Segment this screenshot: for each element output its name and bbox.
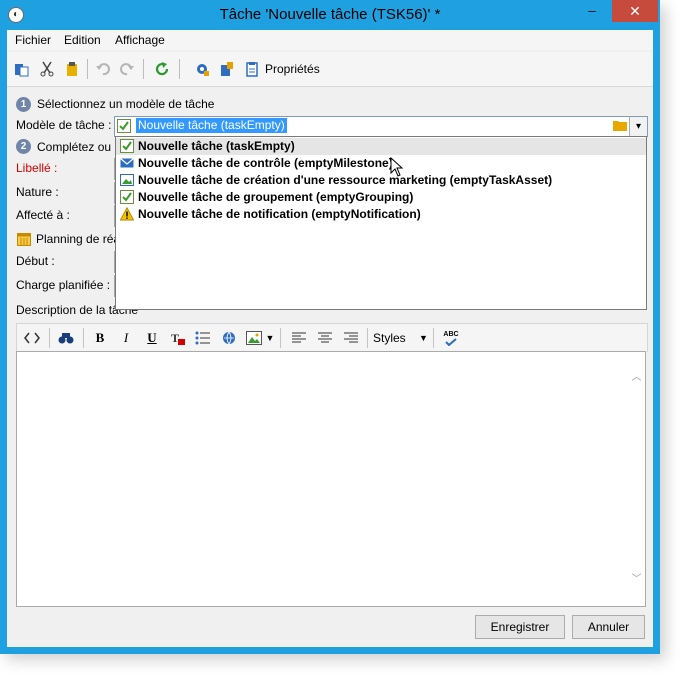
styles-label: Styles	[373, 331, 406, 345]
align-right-icon[interactable]	[343, 330, 359, 346]
warning-icon	[120, 207, 134, 221]
undo-icon[interactable]	[94, 60, 112, 78]
step2-label: Complétez ou	[37, 140, 112, 154]
cut-icon[interactable]	[38, 60, 56, 78]
insert-image-icon[interactable]	[245, 330, 263, 346]
minimize-button[interactable]: –	[578, 0, 606, 22]
charge-label: Charge planifiée :	[16, 278, 111, 292]
properties-button[interactable]: Propriétés	[265, 62, 320, 76]
step2-badge: 2	[16, 139, 31, 154]
envelope-icon	[120, 158, 134, 168]
menu-edition[interactable]: Edition	[64, 33, 101, 47]
title-bar[interactable]: ◐ Tâche 'Nouvelle tâche (TSK56)' * – □ ✕	[0, 0, 660, 30]
check-icon	[120, 139, 134, 153]
dropdown-option-label: Nouvelle tâche de création d'une ressour…	[138, 173, 553, 187]
toolbar-separator	[143, 59, 144, 79]
toolbar-separator	[179, 59, 180, 79]
italic-button[interactable]: I	[118, 330, 134, 346]
scroll-up-icon[interactable]: ︿	[630, 372, 643, 384]
dropdown-option-label: Nouvelle tâche de contrôle (emptyMilesto…	[138, 156, 393, 170]
check-icon	[120, 190, 134, 204]
chevron-down-icon[interactable]: ▼	[265, 330, 275, 346]
align-left-icon[interactable]	[291, 330, 307, 346]
dropdown-option[interactable]: Nouvelle tâche de notification (emptyNot…	[116, 206, 646, 223]
source-code-icon[interactable]	[23, 330, 41, 346]
bullet-list-icon[interactable]	[194, 330, 212, 346]
chevron-down-icon: ▼	[419, 333, 428, 343]
toolbar-separator	[367, 328, 368, 348]
cancel-button[interactable]: Annuler	[572, 615, 645, 639]
spellcheck-button[interactable]: ABC	[441, 330, 461, 346]
align-center-icon[interactable]	[317, 330, 333, 346]
link-icon[interactable]	[220, 330, 238, 346]
toolbar-separator	[83, 328, 84, 348]
dropdown-option[interactable]: Nouvelle tâche de création d'une ressour…	[116, 172, 646, 189]
scroll-down-icon[interactable]: ﹀	[630, 574, 643, 586]
folder-icon[interactable]	[612, 117, 628, 136]
find-icon[interactable]	[57, 330, 75, 346]
template-combobox[interactable]: Nouvelle tâche (taskEmpty) ▾	[114, 116, 648, 137]
checkmark-icon	[445, 337, 457, 346]
task-icon[interactable]	[218, 60, 236, 78]
step1-label: Sélectionnez un modèle de tâche	[37, 97, 215, 111]
settings-icon[interactable]	[193, 60, 211, 78]
template-value[interactable]: Nouvelle tâche (taskEmpty)	[136, 118, 287, 133]
step1-badge: 1	[16, 97, 31, 112]
affecte-label: Affecté à :	[16, 208, 70, 222]
text-color-icon[interactable]: T	[169, 330, 187, 346]
editor-scrollbar[interactable]: ︿ ﹀	[628, 352, 645, 606]
window-title: Tâche 'Nouvelle tâche (TSK56)' *	[219, 6, 441, 23]
redo-icon[interactable]	[118, 60, 136, 78]
refresh-icon[interactable]	[153, 60, 171, 78]
mouse-cursor-icon	[390, 157, 404, 177]
toolbar-separator	[87, 59, 88, 79]
save-button-label: Enregistrer	[490, 620, 550, 634]
task-window: ◐ Tâche 'Nouvelle tâche (TSK56)' * – □ ✕…	[0, 0, 660, 654]
dropdown-option[interactable]: Nouvelle tâche de contrôle (emptyMilesto…	[116, 155, 646, 172]
svg-text:T: T	[171, 331, 179, 345]
planning-label: Planning de réa	[36, 232, 121, 246]
toolbar-separator	[280, 328, 281, 348]
dropdown-option[interactable]: Nouvelle tâche de groupement (emptyGroup…	[116, 189, 646, 206]
menu-bar: Fichier Edition Affichage	[7, 30, 653, 50]
dropdown-option-label: Nouvelle tâche de groupement (emptyGroup…	[138, 190, 414, 204]
template-label: Modèle de tâche :	[16, 118, 112, 132]
bold-button[interactable]: B	[92, 330, 108, 346]
save-button[interactable]: Enregistrer	[475, 615, 565, 639]
image-icon	[120, 174, 134, 186]
menu-fichier[interactable]: Fichier	[15, 33, 51, 47]
cancel-button-label: Annuler	[587, 620, 630, 634]
clipboard-icon[interactable]	[63, 60, 81, 78]
chevron-down-icon[interactable]: ▾	[629, 117, 647, 136]
check-icon	[117, 119, 131, 133]
debut-label: Début :	[16, 254, 55, 268]
menu-affichage[interactable]: Affichage	[115, 33, 165, 47]
nature-label: Nature :	[16, 185, 59, 199]
template-dropdown-list: Nouvelle tâche (taskEmpty) Nouvelle tâch…	[115, 136, 647, 310]
editor-toolbar: B I U T ▼ Styles ▼ ABC	[16, 323, 648, 352]
client-area: Fichier Edition Affichage Propriétés 1 S…	[7, 30, 653, 647]
description-editor[interactable]: ︿ ﹀	[16, 351, 646, 607]
main-toolbar: Propriétés	[7, 52, 653, 87]
spellcheck-label: ABC	[443, 330, 459, 338]
dropdown-option-label: Nouvelle tâche de notification (emptyNot…	[138, 207, 421, 221]
styles-dropdown[interactable]: Styles ▼	[373, 330, 429, 346]
close-button[interactable]: ✕	[612, 0, 658, 22]
toolbar-separator	[49, 328, 50, 348]
dropdown-option[interactable]: Nouvelle tâche (taskEmpty)	[116, 138, 646, 155]
libelle-label: Libellé :	[16, 161, 58, 175]
calendar-icon	[17, 233, 31, 246]
dropdown-option-label: Nouvelle tâche (taskEmpty)	[138, 139, 295, 153]
toolbar-separator	[433, 328, 434, 348]
properties-icon[interactable]	[243, 60, 261, 78]
paste-icon[interactable]	[13, 60, 31, 78]
underline-button[interactable]: U	[144, 330, 160, 346]
